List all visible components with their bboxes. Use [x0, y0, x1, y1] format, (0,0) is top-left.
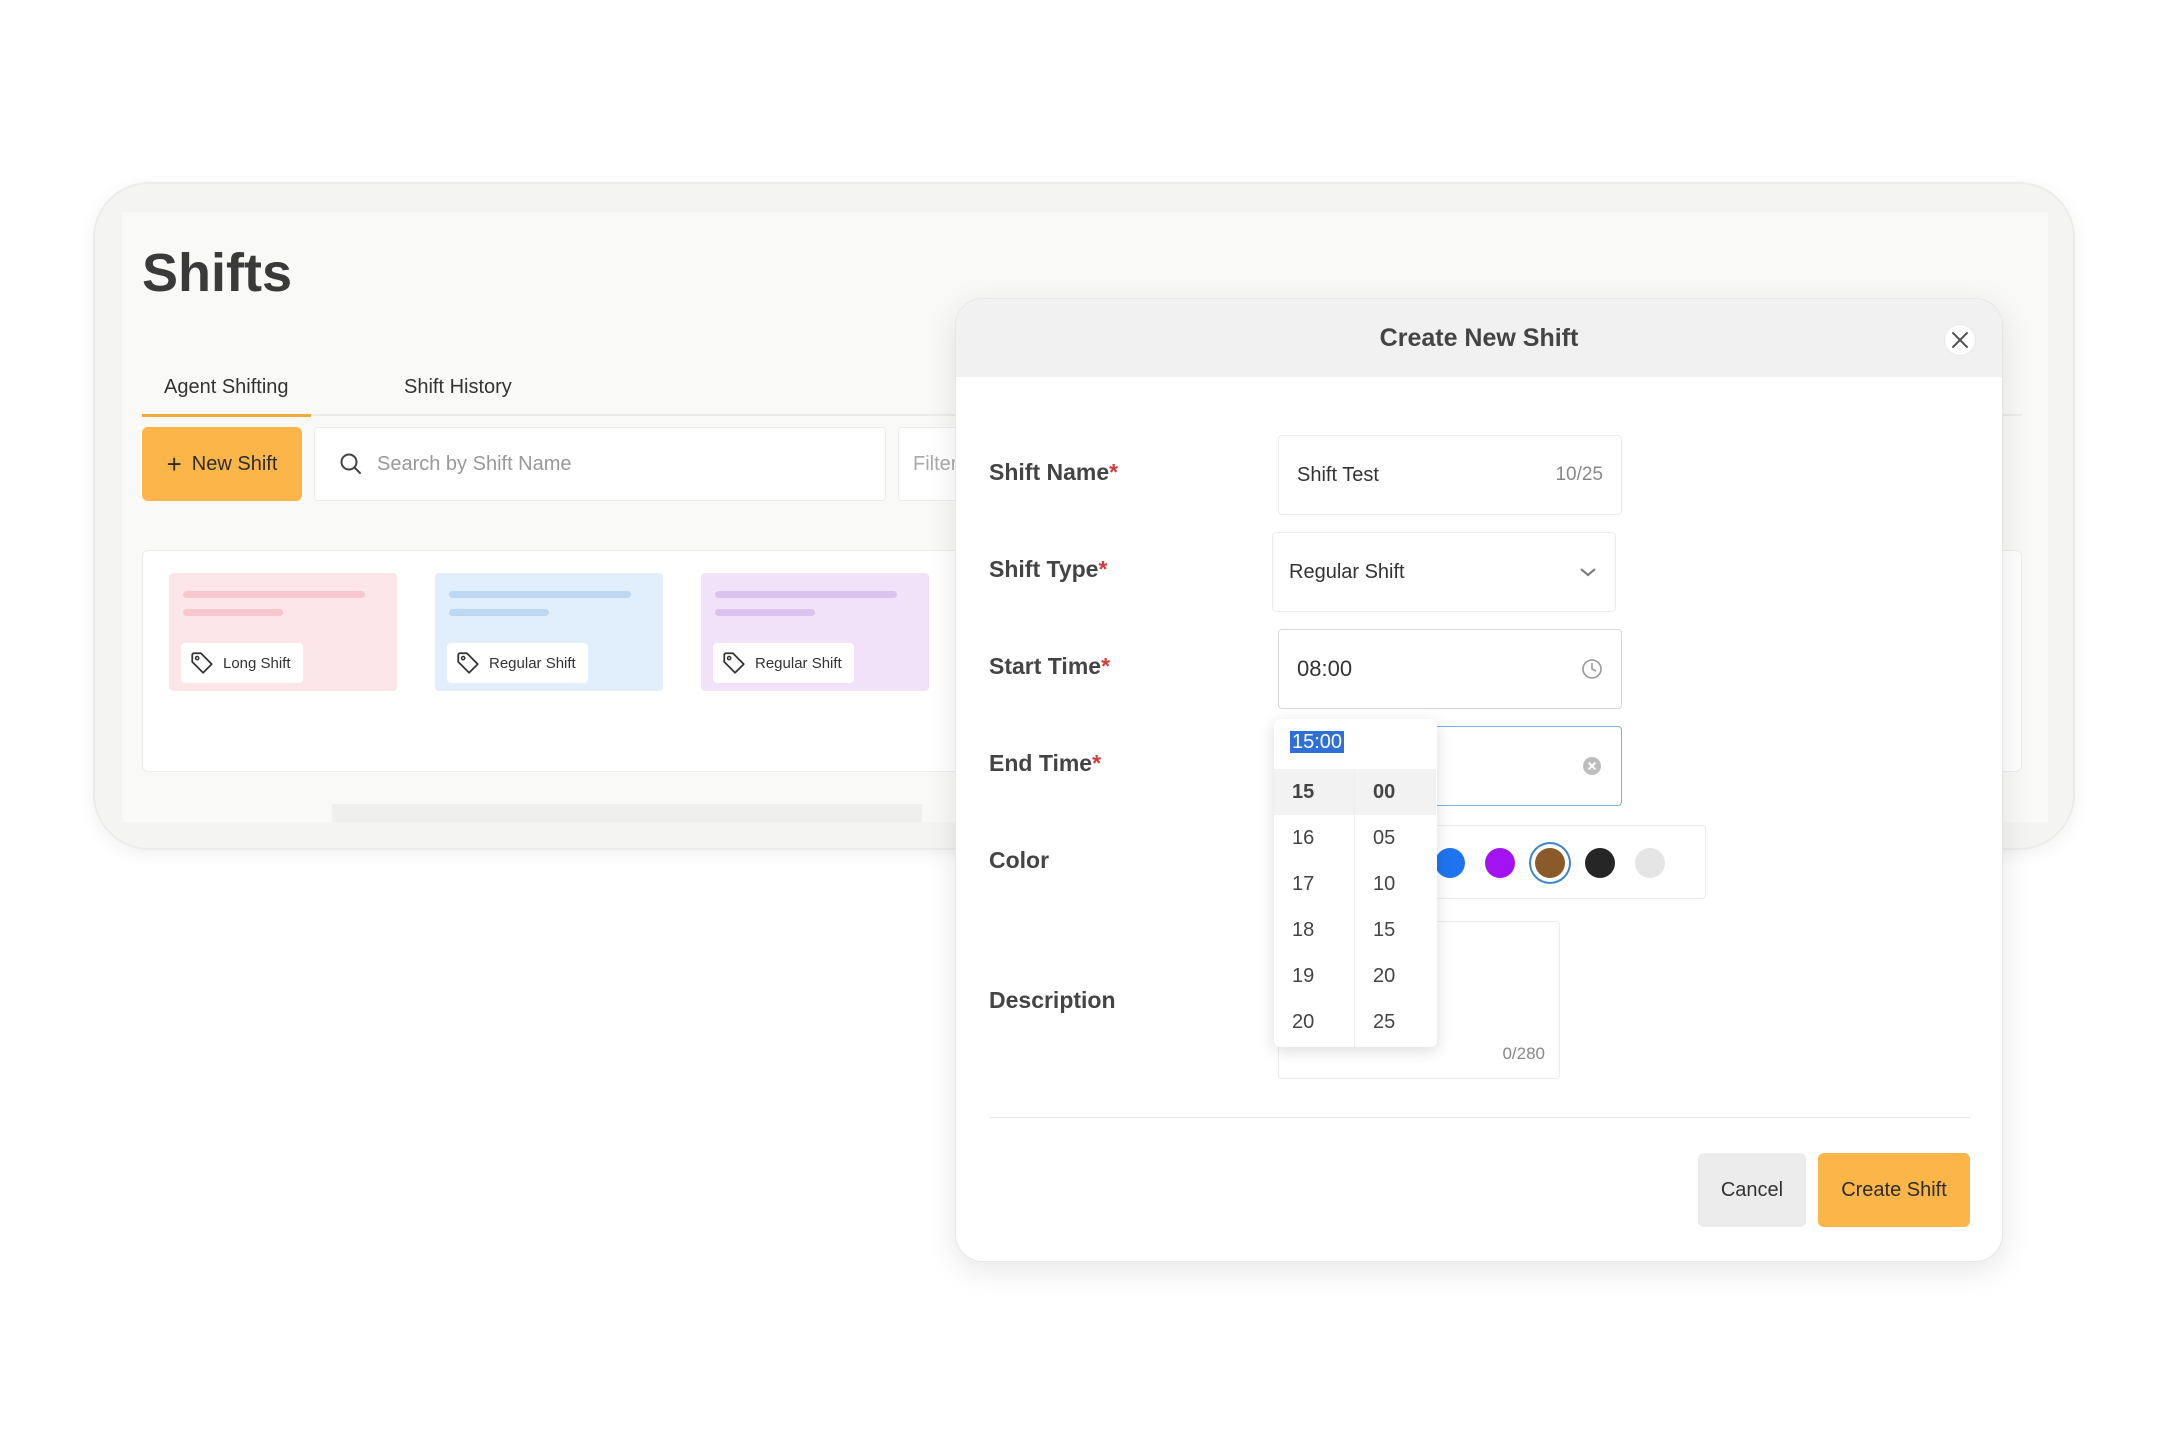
shift-name-input[interactable]: Shift Test 10/25: [1278, 435, 1622, 515]
clock-icon: [1582, 659, 1602, 679]
required-mark: *: [1092, 750, 1102, 776]
shift-type-select[interactable]: Regular Shift: [1272, 532, 1616, 612]
card-line: [183, 591, 365, 598]
start-time-label-text: Start Time: [989, 653, 1102, 679]
end-time-label-text: End Time: [989, 750, 1093, 776]
hour-option[interactable]: 18: [1274, 907, 1354, 953]
shift-tag-label: Regular Shift: [489, 654, 576, 672]
shift-name-label: Shift Name*: [989, 459, 1118, 486]
search-icon: [340, 453, 361, 474]
shift-type-label-text: Shift Type: [989, 556, 1099, 582]
description-counter: 0/280: [1502, 1044, 1545, 1063]
shift-name-value: Shift Test: [1297, 463, 1379, 486]
minute-option[interactable]: 00: [1355, 769, 1436, 815]
shift-name-label-text: Shift Name: [989, 459, 1110, 485]
clear-icon[interactable]: [1581, 755, 1603, 777]
hour-option[interactable]: 17: [1274, 861, 1354, 907]
shift-tag: Regular Shift: [713, 643, 854, 683]
shift-card[interactable]: Regular Shift: [435, 573, 663, 691]
minute-option[interactable]: 25: [1355, 999, 1436, 1045]
plus-icon: +: [166, 449, 182, 479]
shift-tag-label: Regular Shift: [755, 654, 842, 672]
minute-option[interactable]: 15: [1355, 907, 1436, 953]
time-picker-value[interactable]: 15:00: [1290, 731, 1345, 759]
modal-header: Create New Shift: [956, 299, 2002, 377]
new-shift-button[interactable]: + New Shift: [142, 427, 302, 501]
search-input[interactable]: Search by Shift Name: [314, 427, 886, 501]
search-placeholder: Search by Shift Name: [377, 452, 572, 475]
new-shift-label: New Shift: [191, 452, 278, 475]
shift-card[interactable]: Regular Shift: [701, 573, 929, 691]
card-line: [715, 609, 815, 616]
shift-tag: Long Shift: [181, 643, 303, 683]
footer-divider: [989, 1117, 1971, 1118]
color-swatch-blue[interactable]: [1435, 848, 1465, 878]
shift-name-counter: 10/25: [1555, 464, 1603, 485]
card-line: [449, 591, 631, 598]
hour-column: 15 16 17 18 19 20: [1274, 769, 1355, 1047]
page-title: Shifts: [142, 243, 293, 303]
scroll-strip: [332, 804, 922, 822]
create-shift-modal: Create New Shift Shift Name* Shift Test …: [955, 298, 2003, 1262]
minute-option[interactable]: 20: [1355, 953, 1436, 999]
hour-option[interactable]: 19: [1274, 953, 1354, 999]
tag-icon: [723, 652, 745, 674]
color-swatch-purple[interactable]: [1485, 848, 1515, 878]
tab-shift-history[interactable]: Shift History: [404, 376, 512, 399]
close-button[interactable]: [1944, 324, 1976, 356]
hour-option[interactable]: 20: [1274, 999, 1354, 1045]
filter-label: Filter: [913, 452, 958, 475]
tag-icon: [457, 652, 479, 674]
shift-type-label: Shift Type*: [989, 556, 1107, 583]
start-time-label: Start Time*: [989, 653, 1110, 680]
chevron-down-icon: [1580, 568, 1596, 577]
shift-card[interactable]: Long Shift: [169, 573, 397, 691]
shift-tag: Regular Shift: [447, 643, 588, 683]
end-time-label: End Time*: [989, 750, 1101, 777]
minute-option[interactable]: 10: [1355, 861, 1436, 907]
time-picker-dropdown: 15:00 15 16 17 18 19 20 00 05 10 15 20 2…: [1274, 719, 1437, 1047]
create-shift-button[interactable]: Create Shift: [1818, 1153, 1970, 1227]
color-label: Color: [989, 847, 1050, 873]
modal-title: Create New Shift: [1379, 323, 1579, 352]
shift-type-value: Regular Shift: [1289, 560, 1405, 583]
shift-tag-label: Long Shift: [223, 654, 291, 672]
required-mark: *: [1101, 653, 1111, 679]
minute-option[interactable]: 05: [1355, 815, 1436, 861]
tab-agent-shifting[interactable]: Agent Shifting: [142, 376, 310, 417]
time-picker-value-text: 15:00: [1290, 731, 1345, 753]
color-swatch-light-gray[interactable]: [1635, 848, 1665, 878]
tag-icon: [191, 652, 213, 674]
card-line: [183, 609, 283, 616]
card-line: [715, 591, 897, 598]
minute-column: 00 05 10 15 20 25: [1355, 769, 1436, 1045]
hour-option[interactable]: 16: [1274, 815, 1354, 861]
cancel-button[interactable]: Cancel: [1698, 1153, 1806, 1227]
card-line: [449, 609, 549, 616]
start-time-input[interactable]: 08:00: [1278, 629, 1622, 709]
required-mark: *: [1098, 556, 1108, 582]
start-time-value: 08:00: [1297, 656, 1353, 681]
hour-option[interactable]: 15: [1274, 769, 1354, 815]
color-swatch-black[interactable]: [1585, 848, 1615, 878]
color-swatch-brown[interactable]: [1535, 848, 1565, 878]
required-mark: *: [1109, 459, 1119, 485]
description-label: Description: [989, 987, 1116, 1013]
close-icon: [1952, 332, 1968, 348]
